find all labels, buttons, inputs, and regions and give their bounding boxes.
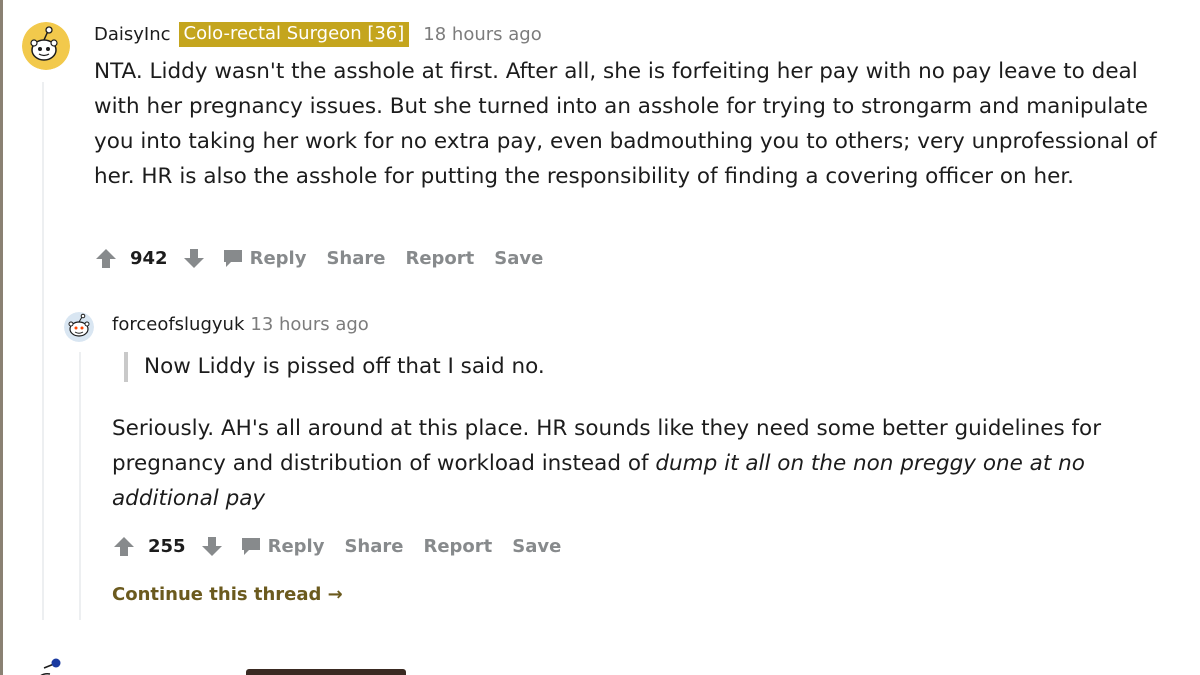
- downvote-icon[interactable]: [182, 246, 206, 270]
- comment1-vote-count: 942: [130, 247, 168, 269]
- comment2-vote-count: 255: [148, 535, 186, 557]
- comment2-body: Seriously. AH's all around at this place…: [112, 411, 1122, 516]
- comment1-body-text: NTA. Liddy wasn't the asshole at first. …: [94, 59, 1157, 189]
- comment2-body-paragraph: Seriously. AH's all around at this place…: [112, 411, 1122, 516]
- comment1-reply-label: Reply: [249, 247, 307, 269]
- comment2-actions: 255 Reply Share Report Save: [112, 534, 581, 558]
- left-border: [0, 0, 3, 675]
- comment-bubble-icon: [241, 538, 260, 555]
- bottom-toolbar-edge: [246, 669, 406, 675]
- comment1-reply-button[interactable]: Reply: [222, 247, 307, 269]
- comment1-share-button[interactable]: Share: [326, 248, 385, 269]
- comment2-save-button[interactable]: Save: [512, 536, 561, 557]
- comment2-header: forceofslugyuk 13 hours ago: [112, 314, 369, 335]
- comment2-report-button[interactable]: Report: [423, 536, 492, 557]
- comment2-share-button[interactable]: Share: [344, 536, 403, 557]
- comment1-actions: 942 Reply Share Report Save: [94, 246, 563, 270]
- snoo-avatar-icon: [64, 312, 94, 342]
- comment2-reply-label: Reply: [267, 535, 325, 557]
- upvote-icon[interactable]: [94, 246, 118, 270]
- avatar-forceofslugyuk[interactable]: [64, 312, 94, 342]
- thread-line-comment2[interactable]: [79, 352, 81, 620]
- snoo-avatar-icon: [22, 22, 70, 70]
- comment1-user-flair: Colo-rectal Surgeon [36]: [178, 22, 410, 47]
- continue-thread-link[interactable]: Continue this thread →: [112, 584, 343, 605]
- comment2-quote-text: Now Liddy is pissed off that I said no.: [144, 354, 545, 379]
- comment2-timestamp[interactable]: 13 hours ago: [250, 314, 368, 335]
- avatar-daisyinc[interactable]: [22, 22, 70, 70]
- comment1-header: DaisyInc Colo-rectal Surgeon [36] 18 hou…: [94, 22, 542, 47]
- comment-bubble-icon: [223, 250, 242, 267]
- upvote-icon[interactable]: [112, 534, 136, 558]
- downvote-icon[interactable]: [200, 534, 224, 558]
- comment2-reply-button[interactable]: Reply: [240, 535, 325, 557]
- comment-thread-page: DaisyInc Colo-rectal Surgeon [36] 18 hou…: [0, 0, 1200, 675]
- comment1-body: NTA. Liddy wasn't the asshole at first. …: [94, 54, 1164, 194]
- snoo-avatar-icon: [40, 658, 61, 675]
- comment2-username[interactable]: forceofslugyuk: [112, 314, 244, 335]
- comment1-timestamp[interactable]: 18 hours ago: [423, 24, 541, 45]
- comment1-report-button[interactable]: Report: [405, 248, 474, 269]
- thread-line-comment1[interactable]: [42, 82, 44, 620]
- comment1-username[interactable]: DaisyInc: [94, 24, 171, 45]
- comment2-blockquote: Now Liddy is pissed off that I said no.: [124, 352, 545, 382]
- next-comment-avatar[interactable]: [30, 654, 70, 675]
- comment1-save-button[interactable]: Save: [494, 248, 543, 269]
